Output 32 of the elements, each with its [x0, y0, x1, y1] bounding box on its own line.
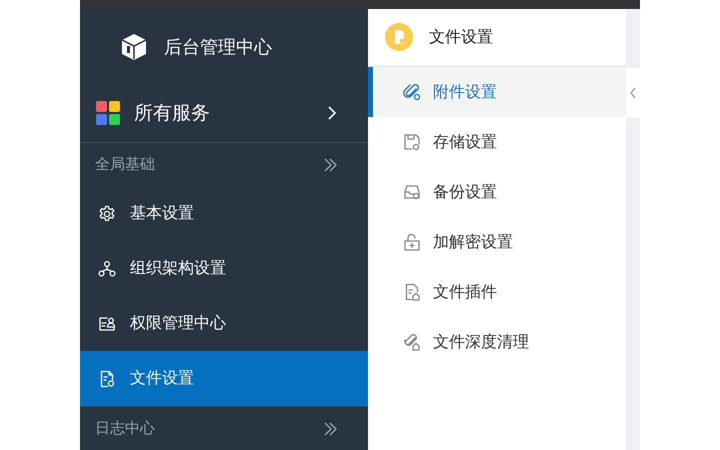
- section-heading: 日志中心: [95, 419, 156, 438]
- menu-item[interactable]: 存储设置: [368, 117, 626, 167]
- section-heading: 全局基础: [95, 155, 156, 174]
- document-icon: [403, 283, 421, 301]
- paperclip-icon: [403, 333, 421, 351]
- sidebar-item[interactable]: 基本设置: [80, 186, 368, 242]
- settings-icon: [98, 204, 116, 223]
- chevron-right-icon[interactable]: [326, 105, 338, 122]
- sidebar-item[interactable]: 权限管理中心: [80, 296, 368, 352]
- grid-icon: [96, 101, 120, 126]
- panel-title: 文件设置: [429, 26, 493, 48]
- user-card-icon: [98, 314, 116, 333]
- document-badge-icon: [385, 23, 413, 51]
- menu-item[interactable]: 备份设置: [368, 167, 626, 217]
- double-chevron-icon[interactable]: [322, 156, 338, 173]
- sidebar-item[interactable]: 文件设置: [80, 351, 368, 406]
- menu-item[interactable]: 加解密设置: [368, 217, 626, 267]
- menu-item[interactable]: 文件插件: [368, 267, 626, 317]
- tray-icon: [403, 183, 421, 201]
- document-icon: [98, 370, 116, 388]
- menu-item[interactable]: 附件设置: [368, 67, 626, 117]
- all-services-link[interactable]: 所有服务: [134, 100, 326, 126]
- paperclip-icon: [403, 83, 421, 101]
- floppy-disk-icon: [403, 133, 421, 151]
- hierarchy-icon: [98, 260, 116, 278]
- menu-item[interactable]: 文件深度清理: [368, 317, 626, 367]
- app-title: 后台管理中心: [164, 36, 272, 59]
- collapse-toggle[interactable]: [626, 68, 640, 118]
- sidebar-item[interactable]: 组织架构设置: [80, 241, 368, 296]
- chevron-left-icon: [629, 87, 637, 99]
- double-chevron-icon[interactable]: [322, 420, 338, 437]
- padlock-icon: [403, 233, 421, 251]
